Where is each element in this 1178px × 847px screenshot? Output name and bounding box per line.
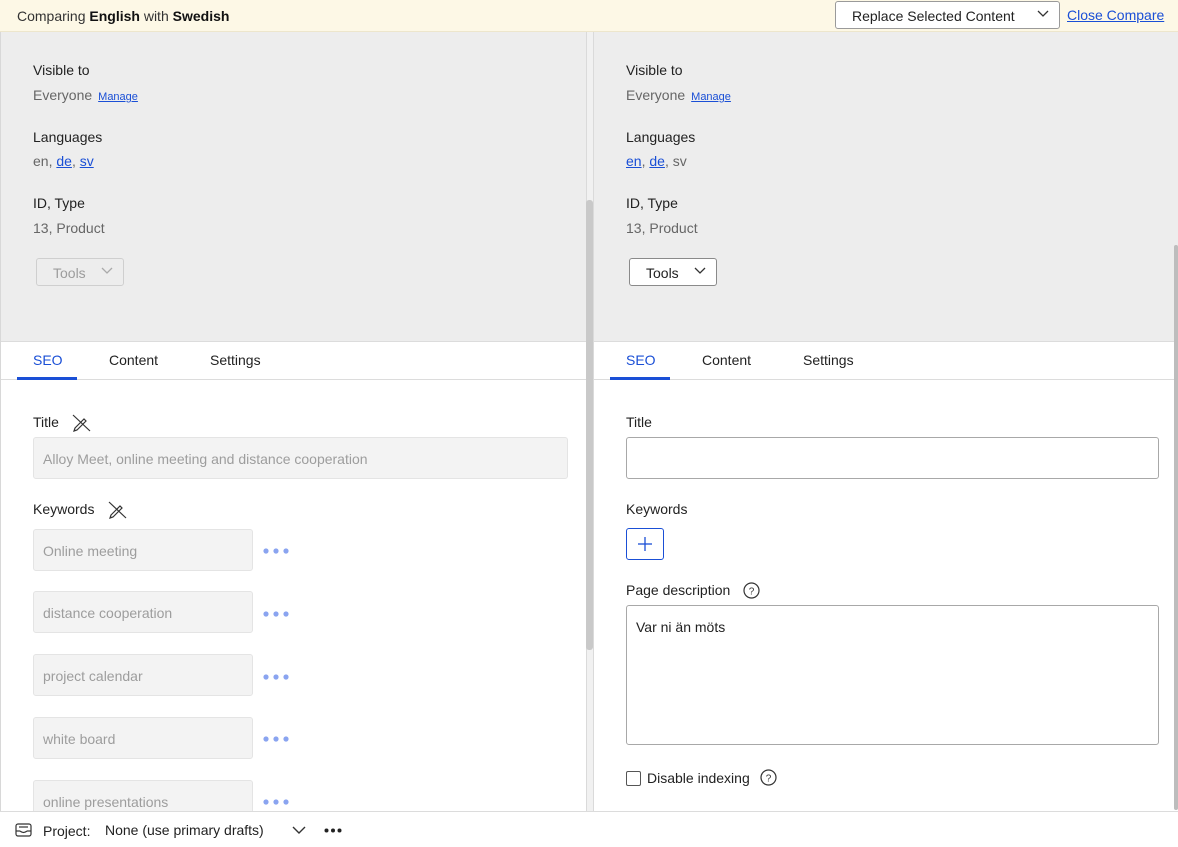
more-dots-icon[interactable] [263, 736, 291, 742]
languages-label: Languages [33, 129, 103, 145]
tab-content[interactable]: Content [109, 352, 158, 368]
tab-bar: SEO Content Settings [594, 342, 1178, 380]
project-tray-icon [15, 823, 32, 837]
languages-label: Languages [626, 129, 696, 145]
content-meta-panel [1, 32, 586, 342]
visible-to-value: Everyone Manage [33, 87, 138, 103]
more-dots-icon[interactable] [263, 611, 291, 617]
active-tab-indicator [610, 377, 670, 380]
keyword-input[interactable]: Online meeting [33, 529, 253, 571]
content-meta-panel [594, 32, 1178, 342]
svg-text:?: ? [749, 587, 755, 598]
language-separator: , [664, 153, 673, 169]
keyword-input[interactable]: distance cooperation [33, 591, 253, 633]
replace-content-select-value: Replace Selected Content [852, 8, 1015, 24]
active-tab-indicator [17, 377, 77, 380]
replace-content-select[interactable]: Replace Selected Content [835, 1, 1060, 29]
tab-bar: SEO Content Settings [1, 342, 586, 380]
source-language-pane: Visible to Everyone Manage Languages en, … [0, 32, 586, 811]
add-keyword-button[interactable] [626, 528, 664, 560]
keywords-label: Keywords [626, 501, 688, 517]
id-type-label: ID, Type [626, 195, 678, 211]
disable-indexing-checkbox[interactable] [626, 771, 641, 786]
compare-title: Comparing English with Swedish [17, 8, 229, 24]
project-selector[interactable]: None (use primary drafts) [105, 822, 264, 838]
id-type-value: 13, Product [33, 220, 105, 236]
title-label: Title [626, 414, 652, 430]
chevron-down-icon[interactable] [292, 826, 306, 835]
disable-indexing-label: Disable indexing [647, 770, 750, 786]
tab-seo[interactable]: SEO [626, 352, 656, 368]
keywords-label: Keywords [33, 501, 95, 517]
visible-to-text: Everyone [626, 87, 686, 103]
chevron-down-icon [1037, 10, 1049, 17]
languages-list: en, de, sv [626, 153, 687, 169]
svg-text:?: ? [766, 774, 772, 785]
compare-target-language: Swedish [172, 8, 230, 24]
compare-source-language: English [89, 8, 140, 24]
help-icon[interactable]: ? [743, 582, 760, 599]
language-en-link[interactable]: en [626, 153, 642, 169]
language-sv-link[interactable]: sv [80, 153, 94, 169]
tools-label: Tools [646, 265, 679, 281]
help-icon[interactable]: ? [760, 769, 777, 786]
id-type-label: ID, Type [33, 195, 85, 211]
title-label: Title [33, 414, 59, 430]
project-bar: Project: None (use primary drafts) [0, 811, 1178, 847]
left-scrollbar[interactable] [586, 200, 593, 650]
tab-settings[interactable]: Settings [803, 352, 854, 368]
right-scrollbar[interactable] [1174, 245, 1178, 810]
language-sv: sv [672, 153, 687, 169]
project-label: Project: [43, 823, 91, 839]
languages-list: en, de, sv [33, 153, 94, 169]
compare-prefix: Comparing [17, 8, 86, 24]
compare-bar: Comparing English with Swedish Replace S… [0, 0, 1178, 32]
compare-connector: with [143, 8, 169, 24]
chevron-down-icon [694, 267, 706, 274]
visible-to-value: Everyone Manage [626, 87, 731, 103]
manage-access-link[interactable]: Manage [98, 91, 138, 103]
keyword-input[interactable]: white board [33, 717, 253, 759]
visible-to-label: Visible to [33, 62, 90, 78]
close-compare-link[interactable]: Close Compare [1067, 7, 1164, 23]
more-dots-icon[interactable] [324, 828, 342, 833]
keyword-input[interactable]: online presentations [33, 780, 253, 811]
tools-dropdown[interactable]: Tools [36, 258, 124, 286]
language-de-link[interactable]: de [649, 153, 665, 169]
tab-content[interactable]: Content [702, 352, 751, 368]
tab-settings[interactable]: Settings [210, 352, 261, 368]
more-dots-icon[interactable] [263, 674, 291, 680]
tab-seo[interactable]: SEO [33, 352, 63, 368]
page-description-textarea[interactable]: Var ni än möts [626, 605, 1159, 745]
title-input[interactable]: Alloy Meet, online meeting and distance … [33, 437, 568, 479]
language-en: en [33, 153, 49, 169]
tools-dropdown[interactable]: Tools [629, 258, 717, 286]
manage-access-link[interactable]: Manage [691, 91, 731, 103]
keyword-input[interactable]: project calendar [33, 654, 253, 696]
no-edit-icon [72, 414, 91, 432]
tools-label: Tools [53, 265, 86, 281]
plus-icon [638, 537, 652, 551]
language-de-link[interactable]: de [56, 153, 72, 169]
title-input[interactable] [626, 437, 1159, 479]
more-dots-icon[interactable] [263, 799, 291, 805]
language-separator: , [71, 153, 80, 169]
no-edit-icon [108, 501, 127, 519]
more-dots-icon[interactable] [263, 548, 291, 554]
target-language-pane: Visible to Everyone Manage Languages en, … [594, 32, 1178, 811]
page-description-label: Page description [626, 582, 731, 598]
visible-to-label: Visible to [626, 62, 683, 78]
id-type-value: 13, Product [626, 220, 698, 236]
chevron-down-icon [101, 267, 113, 274]
visible-to-text: Everyone [33, 87, 93, 103]
